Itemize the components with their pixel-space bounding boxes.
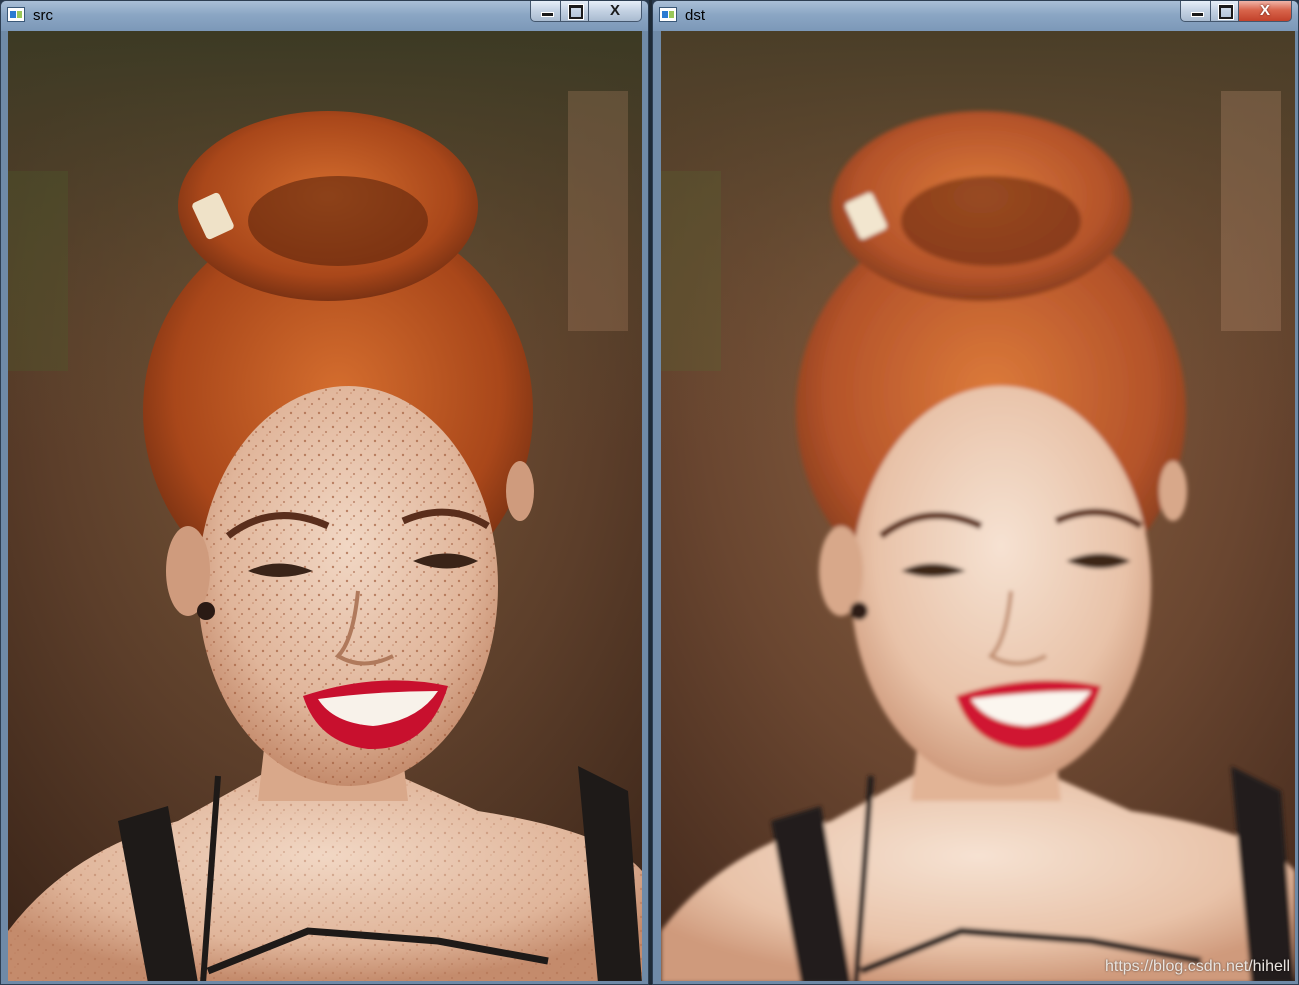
close-button[interactable]: X <box>589 1 642 22</box>
maximize-button[interactable] <box>561 1 589 22</box>
window-title-src: src <box>33 7 53 24</box>
image-canvas-src <box>8 31 642 981</box>
desktop: src X dst X https://blog.csdn.net/hihell <box>0 0 1299 985</box>
window-dst[interactable]: dst X https://blog.csdn.net/hihell <box>652 0 1299 985</box>
minimize-button[interactable] <box>1180 1 1211 22</box>
caption-buttons-src: X <box>530 1 642 22</box>
caption-buttons-dst: X <box>1180 1 1292 22</box>
portrait-photo-dst <box>661 31 1295 981</box>
minimize-icon <box>1191 12 1204 17</box>
minimize-icon <box>541 12 554 17</box>
image-canvas-dst <box>661 31 1295 981</box>
maximize-button[interactable] <box>1211 1 1239 22</box>
window-src[interactable]: src X <box>0 0 649 985</box>
watermark-text: https://blog.csdn.net/hihell <box>1104 958 1290 975</box>
close-icon: X <box>609 2 620 19</box>
titlebar-dst[interactable]: dst X <box>653 1 1298 31</box>
minimize-button[interactable] <box>530 1 561 22</box>
app-icon[interactable] <box>659 7 677 22</box>
titlebar-src[interactable]: src X <box>1 1 648 31</box>
maximize-icon <box>569 5 583 19</box>
portrait-photo-src <box>8 31 642 981</box>
window-title-dst: dst <box>685 7 706 24</box>
close-button[interactable]: X <box>1239 1 1292 22</box>
close-icon: X <box>1259 2 1270 19</box>
maximize-icon <box>1219 5 1233 19</box>
app-icon[interactable] <box>7 7 25 22</box>
